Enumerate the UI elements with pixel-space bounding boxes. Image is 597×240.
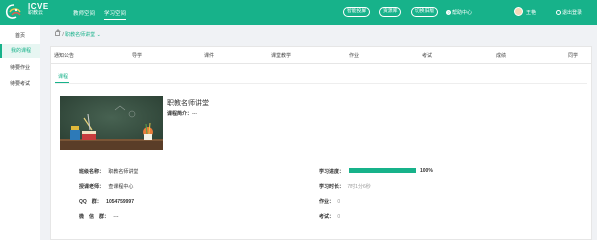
tab-classmates[interactable]: 同学 — [568, 52, 578, 59]
switch-old-version-button[interactable]: 切换旧版 — [411, 7, 439, 17]
brand: ICVE 职教云 — [28, 2, 49, 17]
nav-learning-space[interactable]: 学习空间 — [104, 9, 127, 20]
homework-row: 作业： 0 — [319, 198, 340, 205]
wechat-value: --- — [113, 214, 119, 220]
sidebar-item-my-courses[interactable]: 我的课程 — [0, 44, 40, 58]
subtab-course[interactable]: 课程 — [58, 73, 68, 80]
progress-bar — [349, 168, 416, 173]
tab-courseware[interactable]: 课件 — [204, 52, 214, 59]
study-time-row: 学习时长： 7时1分6秒 — [319, 183, 371, 190]
icve-logo-icon[interactable] — [4, 3, 24, 21]
exam-value: 0 — [337, 214, 341, 220]
nav-teacher-space[interactable]: 教师空间 — [73, 9, 95, 17]
course-title: 职教名师讲堂 — [167, 100, 209, 107]
teacher-value: 查课程中心 — [108, 184, 134, 190]
progress-value: 100% — [420, 168, 433, 174]
progress-bar-fill — [349, 168, 416, 173]
course-cover-image[interactable] — [60, 96, 163, 150]
sidebar-item-home[interactable]: 首页 — [0, 29, 40, 43]
exam-label: 考试： — [319, 214, 335, 220]
top-bar: ICVE 职教云 教师空间 学习空间 智能投屏 资源库 切换旧版 ? 帮助中心 王… — [0, 0, 597, 25]
help-center-label: 帮助中心 — [452, 10, 473, 16]
course-intro-label: 课程简介： — [167, 111, 193, 117]
wechat-row: 微 信 群： --- — [79, 213, 118, 220]
home-icon[interactable] — [55, 29, 61, 36]
chevron-down-icon[interactable]: ⌄ — [97, 32, 101, 38]
help-center-link[interactable]: ? 帮助中心 — [446, 9, 472, 16]
logout-link[interactable]: 退出登录 — [556, 9, 582, 16]
study-time-value: 7时1分6秒 — [347, 184, 371, 190]
sidebar: 首页 我的课程 待要作业 待要考试 — [0, 25, 40, 240]
tab-grades[interactable]: 成绩 — [496, 52, 506, 59]
username[interactable]: 王艳 — [526, 9, 536, 16]
wechat-label: 微 信 群： — [79, 214, 110, 220]
help-icon: ? — [446, 10, 451, 16]
tab-guide[interactable]: 导学 — [132, 52, 142, 59]
progress-label-row: 学习进度： — [319, 168, 344, 175]
class-name-value: 职教名师讲堂 — [108, 169, 139, 175]
exam-row: 考试： 0 — [319, 213, 340, 220]
divider — [55, 83, 587, 84]
course-intro-value: --- — [192, 111, 198, 117]
homework-label: 作业： — [319, 199, 335, 205]
breadcrumb-current[interactable]: 职教名师讲堂 — [65, 32, 95, 38]
logout-label: 退出登录 — [562, 10, 583, 16]
course-tabs: 通知公告 导学 课件 课堂教学 作业 考试 成绩 同学 — [51, 47, 591, 64]
study-time-label: 学习时长： — [319, 184, 345, 190]
breadcrumb-separator: / — [62, 32, 64, 38]
brand-subtitle: 职教云 — [28, 10, 44, 17]
sidebar-item-pending-exams[interactable]: 待要考试 — [0, 77, 40, 91]
logout-icon — [556, 10, 561, 16]
tab-exams[interactable]: 考试 — [422, 52, 432, 59]
course-intro: 课程简介：--- — [167, 110, 197, 117]
smart-cast-button[interactable]: 智能投屏 — [343, 7, 371, 17]
class-name-label: 班级名称： — [79, 169, 105, 175]
tab-notices[interactable]: 通知公告 — [54, 52, 74, 59]
homework-value: 0 — [337, 199, 341, 205]
avatar[interactable] — [514, 7, 523, 16]
tab-classroom[interactable]: 课堂教学 — [271, 52, 291, 59]
class-name-row: 班级名称： 职教名师讲堂 — [79, 168, 138, 175]
breadcrumb: / 职教名师讲堂 ⌄ — [55, 29, 101, 38]
chalkboard-illustration — [60, 96, 163, 150]
tab-homework[interactable]: 作业 — [349, 52, 359, 59]
teacher-label: 授课老师： — [79, 184, 105, 190]
sidebar-item-pending-homework[interactable]: 待要作业 — [0, 61, 40, 75]
qq-value: 1054759997 — [106, 199, 134, 205]
course-panel: 通知公告 导学 课件 课堂教学 作业 考试 成绩 同学 课程 职教名师讲堂 课程… — [50, 46, 592, 240]
resource-library-button[interactable]: 资源库 — [379, 7, 402, 17]
qq-label: QQ 群： — [79, 199, 102, 205]
progress-label: 学习进度： — [319, 169, 345, 175]
teacher-row: 授课老师： 查课程中心 — [79, 183, 133, 190]
qq-row: QQ 群： 1054759997 — [79, 198, 134, 205]
